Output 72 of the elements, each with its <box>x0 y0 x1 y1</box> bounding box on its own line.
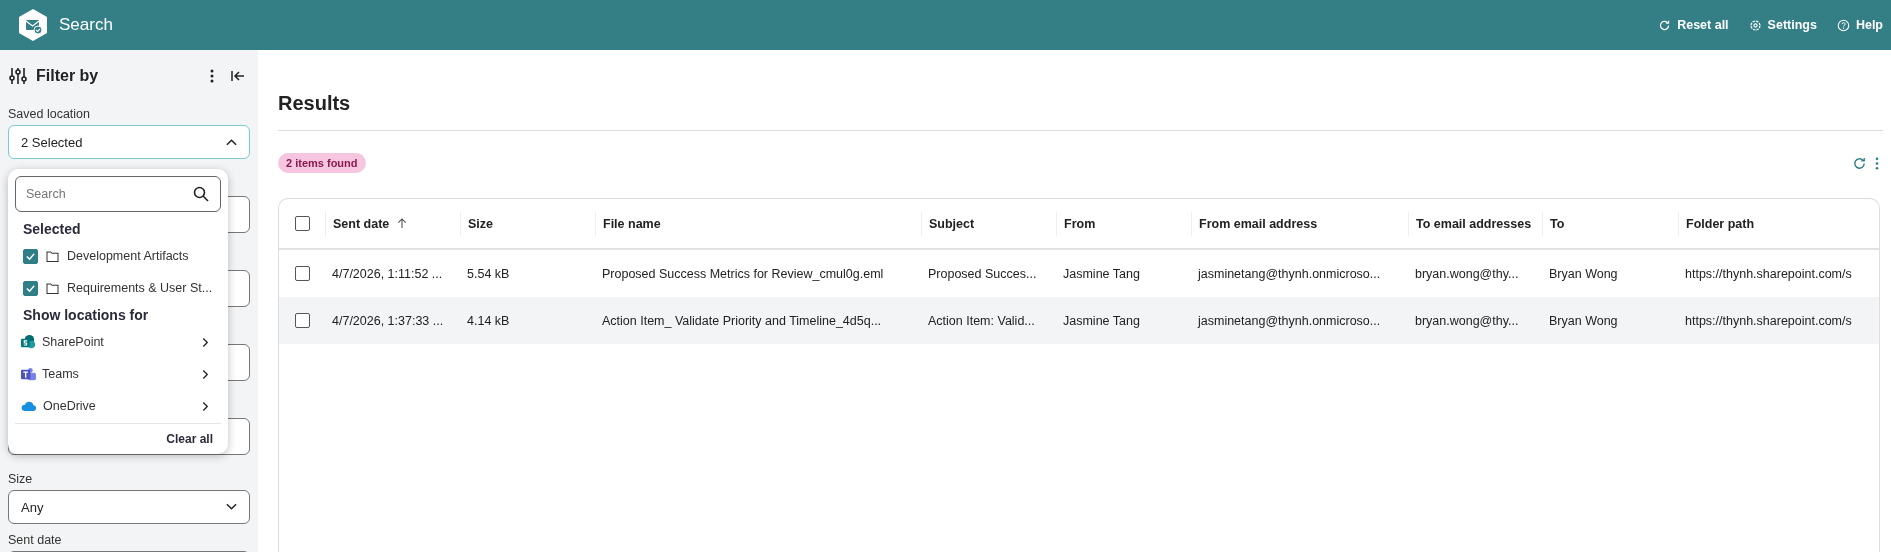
table-cell: 4/7/2026, 1:11:52 ... <box>332 266 443 281</box>
table-cell: 4.14 kB <box>467 313 510 328</box>
search-icon <box>193 186 209 202</box>
help-icon <box>1836 18 1850 32</box>
table-cell: 4/7/2026, 1:37:33 ... <box>332 313 444 328</box>
result-count-badge: 2 items found <box>278 153 366 173</box>
column-header[interactable]: Sent date <box>333 216 390 231</box>
section-heading: Show locations for <box>22 306 150 325</box>
location-item[interactable]: Requirements & User St... <box>67 281 213 295</box>
teams-logo-icon <box>21 366 36 382</box>
sort-ascending-icon[interactable] <box>397 218 408 229</box>
column-header[interactable]: To <box>1550 216 1565 231</box>
source-item[interactable]: OneDrive <box>15 390 221 422</box>
cloud-icon <box>21 400 37 412</box>
folder-icon <box>46 282 59 294</box>
table-cell: https://thynh.sharepoint.com/s <box>1685 313 1852 328</box>
reset-button[interactable]: Reset all <box>1658 16 1729 34</box>
checkbox[interactable] <box>23 248 38 264</box>
row-checkbox[interactable] <box>294 266 310 281</box>
clear-all-button[interactable]: Clear all <box>164 430 215 448</box>
table-cell: Action Item: Valid... <box>928 313 1035 328</box>
app-title: Search <box>59 15 113 35</box>
chevron-icon <box>202 368 209 380</box>
table-cell: Jasmine Tang <box>1063 266 1140 281</box>
hexagon-mail-logo-icon <box>17 8 49 42</box>
chevron-icon <box>226 503 237 511</box>
check-icon <box>25 282 36 294</box>
chevron-icon <box>202 400 209 412</box>
sliders-icon <box>8 66 28 86</box>
table-cell: https://thynh.sharepoint.com/s <box>1685 266 1852 281</box>
section-heading: Selected <box>22 220 82 239</box>
table-cell: bryan.wong@thy... <box>1415 266 1519 281</box>
field-label: Size <box>8 472 33 486</box>
checkbox[interactable] <box>23 280 38 296</box>
table-cell: Proposed Success Metrics for Review_cmul0g.eml <box>602 266 884 281</box>
field-label: Saved location <box>8 107 90 121</box>
chevron-icon <box>226 138 237 146</box>
location-item[interactable]: Development Artifacts <box>67 249 189 263</box>
results-title: Results <box>278 91 352 115</box>
table-cell: Jasmine Tang <box>1063 313 1140 328</box>
column-header[interactable]: From <box>1064 216 1096 231</box>
search-field[interactable]: Search <box>15 176 221 212</box>
filter-dropdown[interactable]: Any <box>8 490 250 524</box>
row-checkbox[interactable] <box>294 313 310 328</box>
column-header[interactable]: Subject <box>929 216 975 231</box>
column-header[interactable]: From email address <box>1199 216 1318 231</box>
select-all-checkbox[interactable] <box>294 216 310 231</box>
settings-button[interactable]: Settings <box>1748 16 1817 34</box>
table-cell: Bryan Wong <box>1549 313 1618 328</box>
table-cell: Action Item_ Validate Priority and Timeline_4d5q... <box>602 313 882 328</box>
table-cell: 5.54 kB <box>467 266 510 281</box>
field-label: Sent date <box>8 533 62 547</box>
refresh-icon <box>1658 18 1672 32</box>
table-cell: jasminetang@thynh.onmicroso... <box>1198 313 1381 328</box>
column-header[interactable]: Folder path <box>1686 216 1755 231</box>
help-button[interactable]: Help <box>1836 16 1883 34</box>
saved-location-dropdown[interactable]: 2 Selected <box>8 125 250 159</box>
table-cell: Proposed Succes... <box>928 266 1037 281</box>
sharepoint-logo-icon <box>21 334 36 350</box>
table-cell: Bryan Wong <box>1549 266 1618 281</box>
settings-icon <box>1748 18 1762 32</box>
check-icon <box>25 250 36 262</box>
table-cell: jasminetang@thynh.onmicroso... <box>1198 266 1381 281</box>
chevron-icon <box>202 336 209 348</box>
column-header[interactable]: File name <box>603 216 661 231</box>
source-item[interactable]: SharePoint <box>15 326 221 358</box>
source-item[interactable]: Teams <box>15 358 221 390</box>
table-cell: bryan.wong@thy... <box>1415 313 1519 328</box>
column-header[interactable]: To email addresses <box>1416 216 1532 231</box>
filter-title: Filter by <box>36 67 99 85</box>
folder-icon <box>46 250 59 262</box>
column-header[interactable]: Size <box>468 216 493 231</box>
